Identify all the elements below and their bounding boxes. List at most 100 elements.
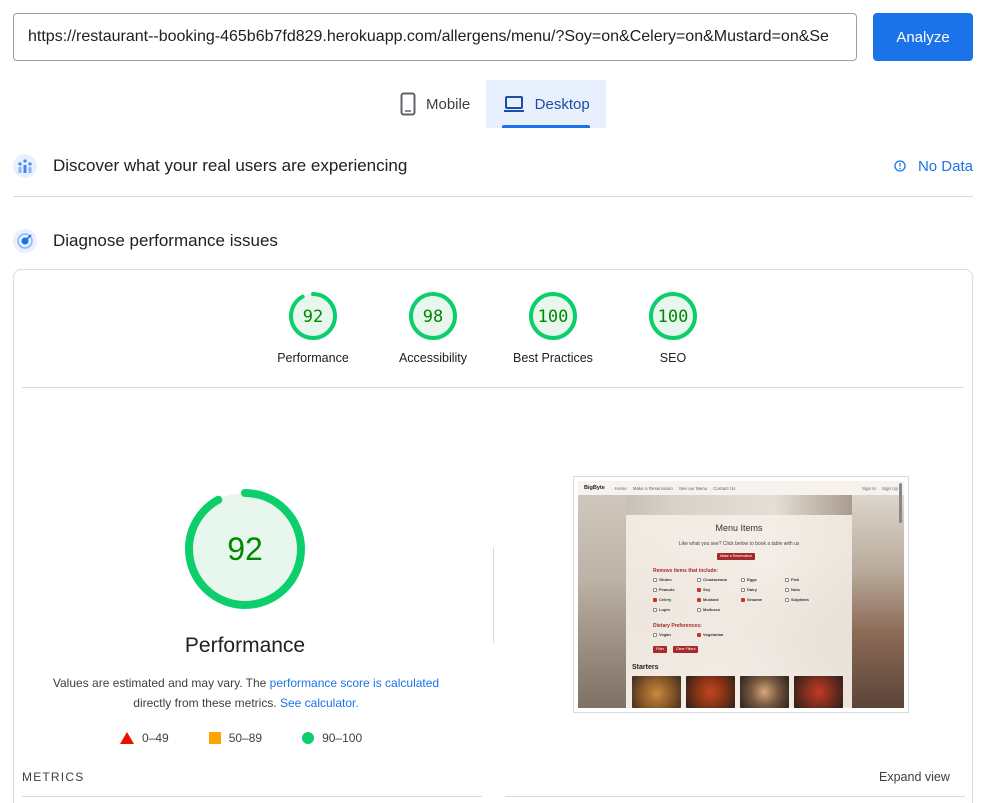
preview-allergen-option: Lupin [653, 607, 670, 612]
metrics-divider-right [505, 796, 965, 797]
preview-allergen-option: Peanuts [653, 587, 675, 592]
preview-checkbox [785, 597, 789, 602]
gauge-performance[interactable]: 92 Performance [253, 291, 373, 365]
metrics-label: METRICS [22, 770, 85, 784]
preview-checkbox [785, 587, 789, 592]
preview-remove-heading: Remove items that include: [653, 568, 719, 574]
preview-allergen-label: Eggs [747, 577, 757, 582]
preview-checkbox [697, 607, 701, 612]
mobile-phone-icon [400, 92, 416, 116]
field-data-title: Discover what your real users are experi… [53, 156, 408, 175]
gauge-ring: 92 [289, 292, 337, 340]
users-chart-icon [13, 154, 37, 178]
preview-allergen-label: Soy [703, 587, 711, 592]
preview-allergen-label: Crustaceans [703, 577, 728, 582]
preview-allergen-option: Mustard [697, 597, 719, 602]
gauge-score: 98 [423, 307, 443, 327]
preview-checkbox [697, 587, 701, 592]
circle-icon [302, 732, 315, 744]
preview-diet-label: Vegetarian [703, 632, 724, 637]
preview-checkbox [741, 597, 745, 602]
lab-data-title: Diagnose performance issues [53, 231, 278, 250]
preview-allergen-label: Molluscs [703, 607, 721, 612]
score-calculated-link[interactable]: performance score is calculated [270, 676, 439, 690]
preview-allergen-option: Fish [785, 577, 799, 582]
preview-nav-link: See our Menu [678, 485, 708, 491]
preview-navbar: BigByte Home Make a Reservation See our … [578, 481, 904, 495]
preview-allergen-option: Nuts [785, 587, 800, 592]
preview-diet-label: Vegan [659, 632, 671, 637]
preview-allergen-label: Gluten [659, 577, 672, 582]
preview-diet-heading: Dietary Preferences: [653, 623, 702, 629]
preview-filter-button: Filter [653, 646, 667, 653]
legend-pass-label: 90–100 [322, 731, 363, 745]
section-divider [13, 196, 973, 197]
device-tabs: Mobile Desktop [384, 80, 607, 128]
vertical-divider [493, 547, 494, 643]
preview-subheading: Like what you see? Click below to book a… [678, 541, 800, 547]
preview-sign-up: Sign Up [881, 485, 898, 491]
no-data-link[interactable]: No Data [894, 158, 973, 175]
field-data-header: Discover what your real users are experi… [13, 150, 973, 182]
preview-checkbox [697, 632, 701, 637]
gauge-label: Performance [277, 351, 349, 365]
preview-allergen-label: Fish [791, 577, 800, 582]
see-calculator-link[interactable]: See calculator. [280, 696, 359, 710]
preview-food-image [794, 676, 843, 708]
legend-fail: 0–49 [120, 731, 169, 745]
gauges-divider [22, 387, 964, 388]
preview-nav-link: Contact Us [713, 485, 736, 491]
legend-fail-label: 0–49 [142, 731, 169, 745]
preview-allergen-option: Eggs [741, 577, 757, 582]
preview-allergen-label: Mustard [703, 597, 719, 602]
preview-sign-in: Sign In [861, 485, 876, 491]
tab-mobile[interactable]: Mobile [384, 80, 486, 128]
legend-average: 50–89 [208, 731, 262, 745]
preview-food-image [686, 676, 735, 708]
preview-diet-option: Vegetarian [697, 632, 723, 637]
square-icon [208, 732, 221, 744]
note-middle: directly from these metrics. [133, 696, 280, 710]
preview-allergen-label: Sesame [747, 597, 763, 602]
restaurant-photo-left [578, 495, 626, 708]
expand-view-toggle[interactable]: Expand view [879, 770, 950, 784]
preview-checkbox [653, 607, 657, 612]
tab-mobile-label: Mobile [426, 95, 471, 113]
preview-food-image [632, 676, 681, 708]
preview-starters-heading: Starters [632, 664, 659, 671]
note-prefix: Values are estimated and may vary. The [52, 676, 270, 690]
performance-note: Values are estimated and may vary. The p… [40, 673, 452, 713]
url-input[interactable] [13, 13, 857, 61]
tab-desktop[interactable]: Desktop [486, 80, 607, 128]
preview-brand: BigByte [584, 485, 605, 491]
analyze-button[interactable]: Analyze [873, 13, 973, 61]
gauge-seo[interactable]: 100 SEO [613, 291, 733, 365]
preview-checkbox [653, 587, 657, 592]
gauge-label: Accessibility [398, 351, 468, 365]
preview-allergen-label: Lupin [659, 607, 670, 612]
metrics-divider-left [22, 796, 482, 797]
gauge-score: 100 [658, 307, 689, 327]
gauge-accessibility[interactable]: 98 Accessibility [373, 291, 493, 365]
score-legend: 0–49 50–89 90–100 [120, 731, 402, 745]
gauge-score: 100 [538, 307, 569, 327]
laptop-icon [503, 96, 524, 112]
preview-reserve-button: Make a Reservation [717, 553, 755, 560]
gauge-ring: 100 [529, 292, 577, 340]
preview-allergen-label: Nuts [791, 587, 800, 592]
restaurant-photo-right [852, 495, 904, 708]
page-screenshot: BigByte Home Make a Reservation See our … [573, 476, 909, 713]
lab-data-header: Diagnose performance issues [13, 225, 973, 257]
performance-title: Performance [184, 634, 306, 657]
preview-checkbox [653, 577, 657, 582]
preview-heading: Menu Items [715, 523, 763, 533]
preview-nav-link: Make a Reservation [632, 485, 673, 491]
preview-diet-option: Vegan [653, 632, 671, 637]
preview-allergen-option: Sesame [741, 597, 762, 602]
gauge-ring: 100 [649, 292, 697, 340]
screenshot-content: BigByte Home Make a Reservation See our … [578, 481, 904, 708]
preview-checkbox [697, 577, 701, 582]
gauge-label: SEO [659, 351, 687, 365]
preview-scrollbar [899, 483, 902, 523]
gauge-best-practices[interactable]: 100 Best Practices [493, 291, 613, 365]
